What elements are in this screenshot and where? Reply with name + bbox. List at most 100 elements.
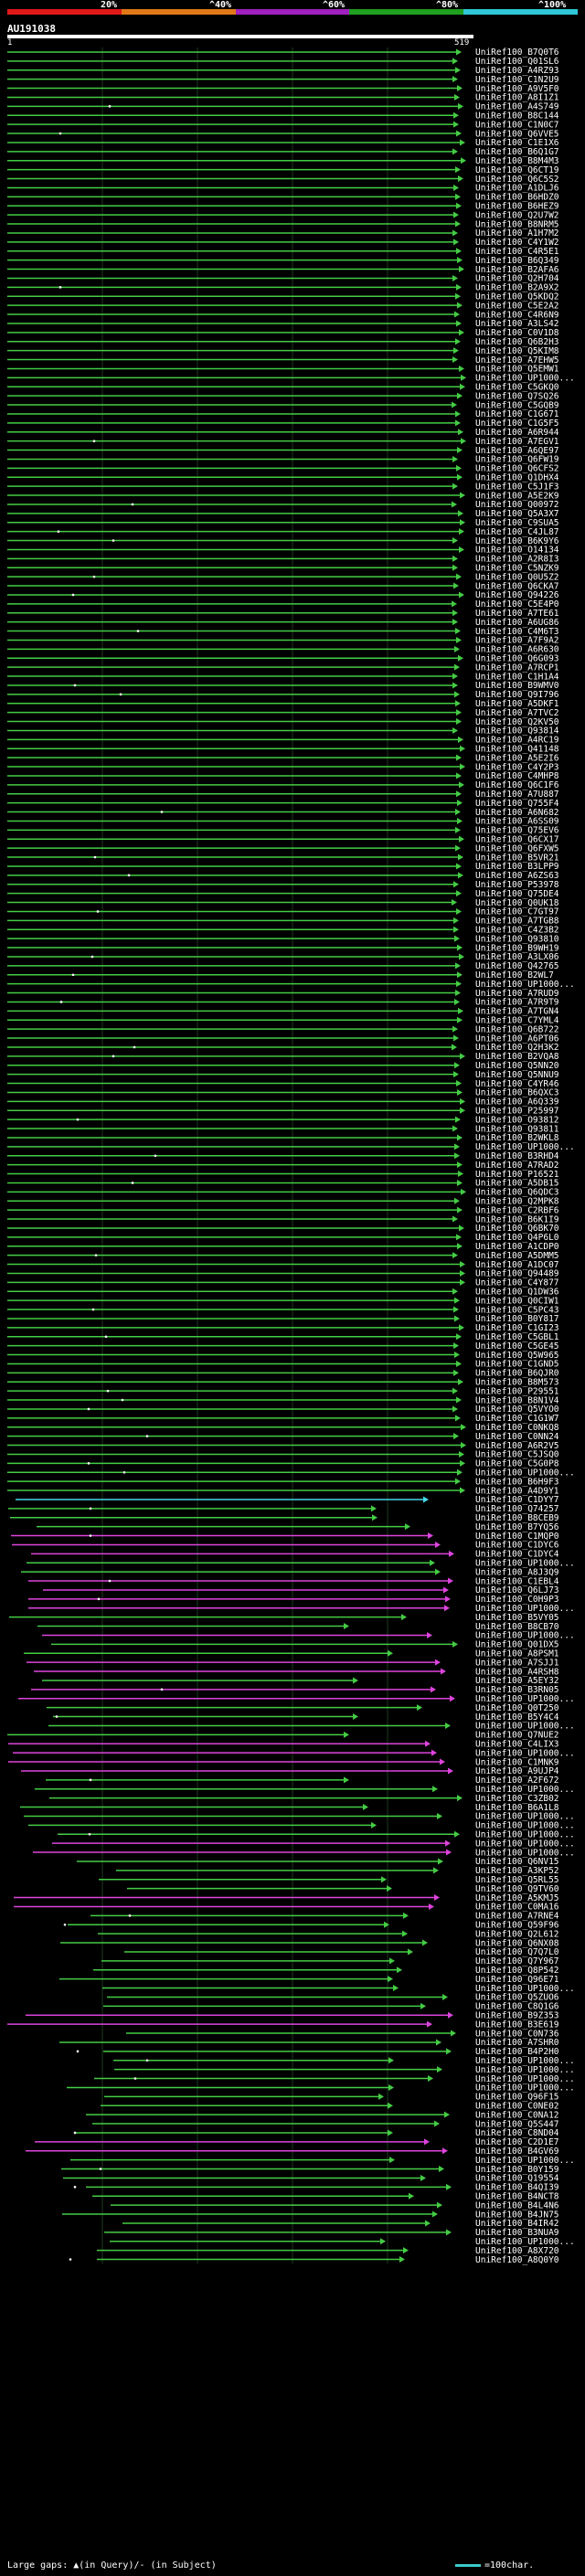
hit-arrow-icon: [460, 745, 465, 752]
hit-arrow-icon: [453, 1433, 459, 1440]
hit-arrow-icon: [439, 2166, 444, 2173]
gap-marker-icon: [87, 1407, 90, 1411]
gap-marker-icon: [73, 2186, 77, 2189]
hit-arrow-icon: [453, 582, 459, 589]
hit-arrow-icon: [452, 682, 458, 689]
gap-marker-icon: [71, 973, 75, 977]
hit-arrow-icon: [452, 1640, 458, 1648]
hit-arrow-icon: [460, 1053, 465, 1060]
hit-arrow-icon: [397, 1966, 402, 1974]
hit-arrow-icon: [451, 2030, 456, 2037]
hit-arrow-icon: [371, 1505, 377, 1512]
hit-arrow-icon: [409, 2192, 414, 2200]
gap-marker-icon: [90, 955, 94, 959]
hit-arrow-icon: [420, 2174, 426, 2181]
hit-arrow-icon: [446, 2229, 452, 2236]
hit-arrow-icon: [452, 229, 458, 237]
gap-marker-icon: [106, 1389, 110, 1393]
hit-arrow-icon: [455, 962, 461, 970]
hit-arrow-icon: [443, 1586, 449, 1594]
hit-arrow-icon: [393, 1985, 399, 1992]
hit-arrow-icon: [444, 1605, 450, 1612]
hit-arrow-icon: [381, 1876, 387, 1883]
hit-arrow-icon: [405, 1523, 410, 1531]
hit-arrow-icon: [456, 709, 462, 716]
hit-arrow-icon: [456, 1360, 462, 1367]
hit-arrow-icon: [461, 1188, 466, 1195]
hit-arrow-icon: [455, 292, 461, 300]
hit-arrow-icon: [455, 1116, 461, 1123]
gap-marker-icon: [97, 1597, 101, 1601]
hit-arrow-icon: [457, 257, 463, 264]
hit-arrow-icon: [441, 1668, 446, 1675]
hit-arrow-icon: [442, 2147, 448, 2155]
hit-arrow-icon: [454, 1352, 460, 1359]
gap-marker-icon: [160, 811, 164, 813]
hit-arrow-icon: [433, 1867, 439, 1874]
hit-arrow-icon: [452, 1125, 458, 1132]
hit-arrow-icon: [445, 1595, 451, 1603]
hit-arrow-icon: [380, 2238, 386, 2245]
hit-arrow-icon: [456, 981, 462, 988]
hit-arrow-icon: [388, 2083, 394, 2091]
hit-arrow-icon: [450, 1695, 455, 1702]
hit-arrow-icon: [401, 1614, 407, 1621]
hit-arrow-icon: [432, 2210, 438, 2218]
hit-arrow-icon: [440, 1758, 445, 1765]
hit-arrow-icon: [389, 2157, 395, 2164]
hit-arrow-icon: [454, 645, 460, 652]
hit-arrow-icon: [452, 1387, 458, 1394]
hit-row[interactable]: UniRef100_B2WL7: [7, 970, 554, 981]
hit-arrow-icon: [456, 320, 462, 327]
hit-arrow-icon: [448, 1767, 453, 1775]
hit-arrow-icon: [452, 537, 458, 545]
gap-marker-icon: [89, 1534, 92, 1537]
hit-arrow-icon: [388, 2129, 393, 2136]
hit-arrow-icon: [436, 2039, 441, 2046]
hit-arrow-icon: [457, 1134, 463, 1141]
hit-arrow-icon: [455, 410, 461, 418]
hit-arrow-icon: [454, 1315, 460, 1322]
gap-marker-icon: [128, 1914, 132, 1917]
hit-arrow-icon: [425, 2220, 431, 2227]
hit-arrow-icon: [459, 1324, 464, 1331]
hit-arrow-icon: [452, 455, 458, 462]
hit-arrow-icon: [455, 1478, 461, 1485]
hit-accession-link[interactable]: UniRef100_A8Q0Y0: [475, 2255, 559, 2265]
hit-arrow-icon: [455, 419, 461, 427]
hit-arrow-icon: [435, 1568, 441, 1575]
hit-arrow-icon: [452, 148, 458, 155]
hit-arrow-icon: [458, 654, 463, 662]
gap-marker-icon: [108, 105, 112, 108]
hit-arrow-icon: [424, 2138, 430, 2146]
hit-arrow-icon: [455, 193, 461, 200]
gap-marker-icon: [73, 684, 77, 687]
hit-arrow-icon: [454, 998, 460, 1005]
hit-arrow-icon: [455, 220, 461, 228]
gap-marker-icon: [91, 1308, 95, 1311]
hit-arrow-icon: [378, 2093, 384, 2100]
hit-arrow-icon: [456, 718, 462, 726]
hit-row[interactable]: UniRef100_A8Q0Y0: [69, 2255, 559, 2265]
hit-arrow-icon: [445, 1722, 451, 1729]
large-gaps-legend: Large gaps: ▲(in Query)/- (in Subject): [7, 2560, 217, 2571]
hit-alignment-panel: UniRef100_B7Q0T6UniRef100_Q01SL6UniRef10…: [7, 48, 575, 2265]
hit-arrow-icon: [344, 1731, 349, 1738]
hit-arrow-icon: [399, 2256, 405, 2263]
hit-arrow-icon: [427, 1631, 432, 1638]
hit-arrow-icon: [452, 1025, 458, 1033]
hit-arrow-icon: [456, 202, 462, 209]
hit-arrow-icon: [452, 1288, 458, 1295]
gap-marker-icon: [119, 693, 122, 696]
hit-arrow-icon: [459, 1224, 464, 1232]
hit-arrow-icon: [457, 800, 463, 807]
hit-arrow-icon: [452, 619, 458, 626]
hit-arrow-icon: [459, 329, 464, 336]
hit-arrow-icon: [461, 438, 466, 445]
hit-arrow-icon: [460, 492, 465, 499]
hit-arrow-icon: [461, 374, 466, 381]
hit-arrow-icon: [460, 763, 465, 770]
hit-arrow-icon: [457, 1161, 463, 1169]
hit-arrow-icon: [422, 1939, 428, 1946]
hit-arrow-icon: [458, 1171, 463, 1178]
